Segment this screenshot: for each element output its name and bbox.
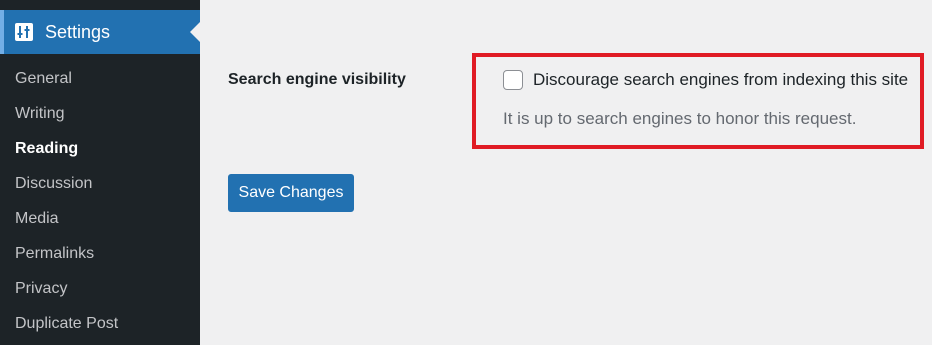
sidebar-menu-settings-label: Settings: [45, 22, 111, 42]
discourage-search-engines-label[interactable]: Discourage search engines from indexing …: [533, 70, 908, 90]
sidebar-item-privacy[interactable]: Privacy: [0, 271, 200, 306]
sidebar-menu-settings[interactable]: Settings: [0, 10, 200, 54]
settings-sliders-icon: [14, 22, 34, 42]
sidebar-item-reading[interactable]: Reading: [0, 131, 200, 166]
current-menu-arrow: [190, 22, 200, 42]
sidebar-item-general[interactable]: General: [0, 61, 200, 96]
sidebar-item-permalinks[interactable]: Permalinks: [0, 236, 200, 271]
highlight-annotation-box: [472, 53, 924, 149]
sidebar-item-writing[interactable]: Writing: [0, 96, 200, 131]
save-changes-button[interactable]: Save Changes: [228, 174, 354, 212]
search-engine-visibility-label: Search engine visibility: [228, 71, 406, 88]
sidebar-item-media[interactable]: Media: [0, 201, 200, 236]
settings-submenu: General Writing Reading Discussion Media…: [0, 61, 200, 341]
search-visibility-description: It is up to search engines to honor this…: [503, 109, 857, 128]
admin-sidebar: Settings General Writing Reading Discuss…: [0, 0, 200, 345]
sidebar-item-duplicate-post[interactable]: Duplicate Post: [0, 306, 200, 341]
active-menu-indicator: [0, 10, 4, 54]
sidebar-item-discussion[interactable]: Discussion: [0, 166, 200, 201]
discourage-search-engines-checkbox[interactable]: [503, 70, 523, 90]
